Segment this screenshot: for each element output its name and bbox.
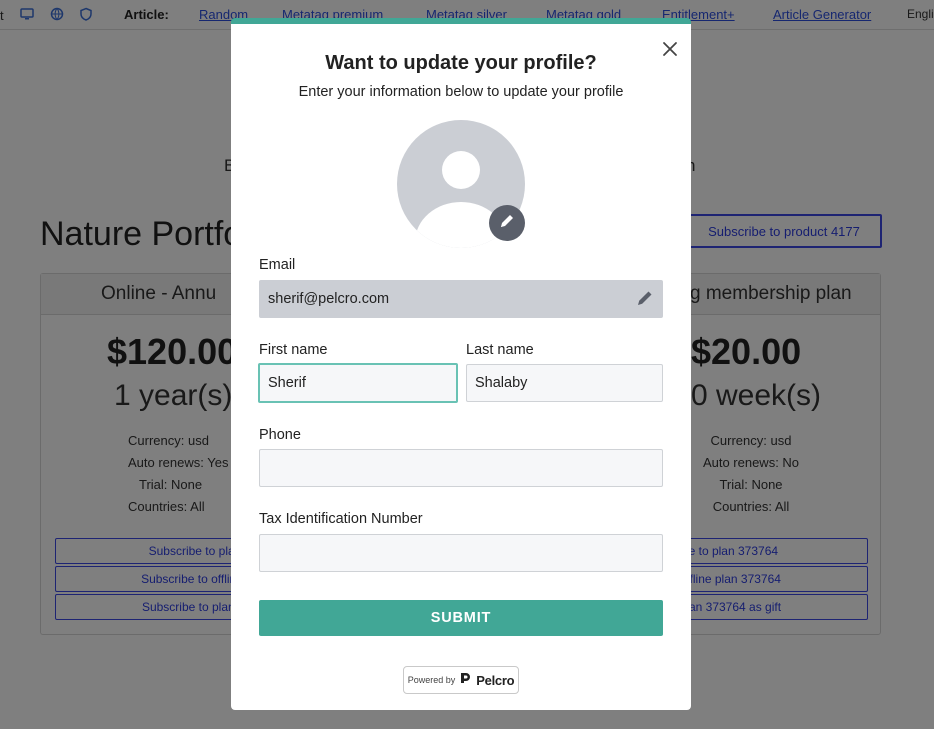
pelcro-brand-text: Pelcro xyxy=(476,672,515,688)
tax-id-field[interactable] xyxy=(259,534,663,572)
update-profile-modal: Want to update your profile? Enter your … xyxy=(231,18,691,710)
phone-field[interactable] xyxy=(259,449,663,487)
email-field xyxy=(259,280,663,318)
last-name-label: Last name xyxy=(466,342,534,358)
email-label: Email xyxy=(259,257,296,273)
pencil-icon[interactable] xyxy=(635,288,655,308)
phone-label: Phone xyxy=(259,427,301,443)
first-name-label: First name xyxy=(259,342,328,358)
tax-id-label: Tax Identification Number xyxy=(259,511,423,527)
pencil-icon xyxy=(499,213,515,234)
modal-subtitle: Enter your information below to update y… xyxy=(298,84,624,100)
avatar-edit-button[interactable] xyxy=(489,205,525,241)
first-name-field[interactable] xyxy=(258,363,458,403)
powered-by-label: Powered by xyxy=(407,675,456,685)
last-name-field[interactable] xyxy=(466,364,663,402)
submit-button[interactable]: SUBMIT xyxy=(259,600,663,636)
modal-title: Want to update your profile? xyxy=(325,52,597,74)
pelcro-logo-icon xyxy=(460,671,471,689)
powered-by-badge[interactable]: Powered by Pelcro xyxy=(403,666,519,694)
